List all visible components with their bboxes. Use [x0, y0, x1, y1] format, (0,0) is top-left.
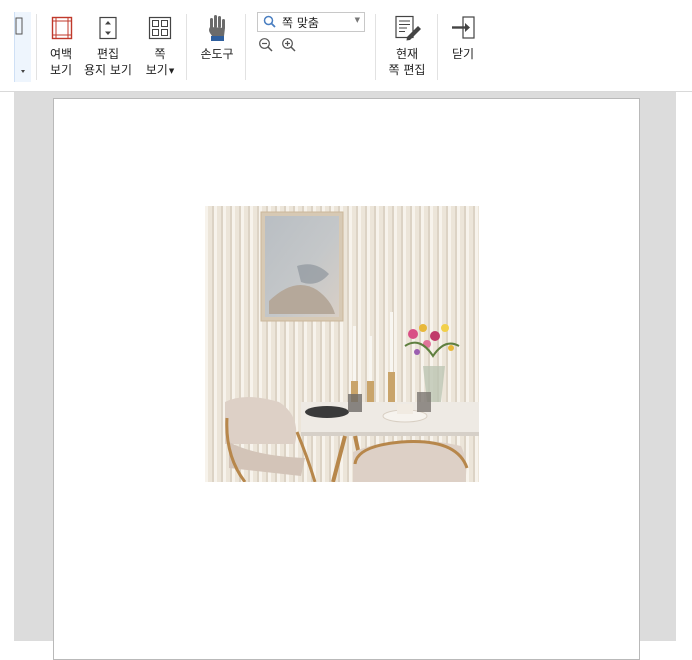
- zoom-out-button[interactable]: [258, 37, 274, 53]
- close-preview-button[interactable]: 닫기: [446, 14, 480, 80]
- page-view-label-2: 보기▼: [142, 63, 178, 79]
- edit-paper-view-label-2: 용지 보기: [84, 63, 132, 77]
- toolbar-separator: [186, 14, 187, 80]
- current-page-edit-label-2: 쪽 편집: [388, 63, 426, 77]
- preview-page: [53, 98, 640, 660]
- toolbar-separator: [437, 14, 438, 80]
- zoom-select-value: 쪽 맞춤: [282, 16, 319, 30]
- paper-view-icon: [99, 16, 117, 40]
- edit-paper-view-label-1: 편집: [96, 47, 120, 61]
- hand-icon: [209, 15, 225, 41]
- toolbar-separator: [36, 14, 37, 80]
- magnifier-icon: [263, 15, 276, 28]
- hand-tool-button[interactable]: 손도구: [196, 14, 238, 80]
- zoom-out-icon: [259, 38, 273, 52]
- toolbar-separator: [245, 14, 246, 80]
- edit-paper-view-button[interactable]: 편집 용지 보기: [82, 14, 134, 80]
- margin-view-button[interactable]: 여백 보기: [44, 14, 78, 80]
- toolbar-separator: [375, 14, 376, 80]
- close-exit-icon: [452, 16, 475, 39]
- current-page-edit-button[interactable]: 현재 쪽 편집: [384, 14, 430, 80]
- margin-view-label-2: 보기: [49, 63, 73, 77]
- zoom-in-button[interactable]: [281, 37, 297, 53]
- partial-left-button[interactable]: [14, 12, 31, 82]
- margin-view-label-1: 여백: [49, 47, 73, 61]
- page-view-label-1: 쪽: [154, 47, 166, 61]
- page-edit-icon: [395, 15, 421, 41]
- partial-left-icon: [15, 17, 25, 73]
- zoom-select[interactable]: 쪽 맞춤 ▼: [257, 12, 365, 32]
- hand-tool-label: 손도구: [200, 47, 234, 61]
- dropdown-caret-icon: ▼: [168, 67, 175, 75]
- document-viewport[interactable]: [14, 92, 676, 660]
- close-label: 닫기: [451, 47, 475, 61]
- page-view-button[interactable]: 쪽 보기▼: [142, 14, 178, 80]
- current-page-edit-label-1: 현재: [395, 47, 419, 61]
- margin-view-icon: [51, 16, 73, 40]
- dining-room-image: [205, 206, 479, 482]
- interior-photo: [205, 206, 479, 482]
- page-grid-icon: [148, 16, 172, 40]
- page-view-label-text: 보기: [145, 63, 168, 77]
- chevron-down-icon[interactable]: ▼: [355, 16, 360, 24]
- zoom-in-icon: [282, 38, 296, 52]
- print-preview-toolbar: 여백 보기 편집 용지 보기 쪽 보기▼ 손도구 쪽 맞춤 ▼ 현재 쪽 편집 …: [0, 0, 692, 92]
